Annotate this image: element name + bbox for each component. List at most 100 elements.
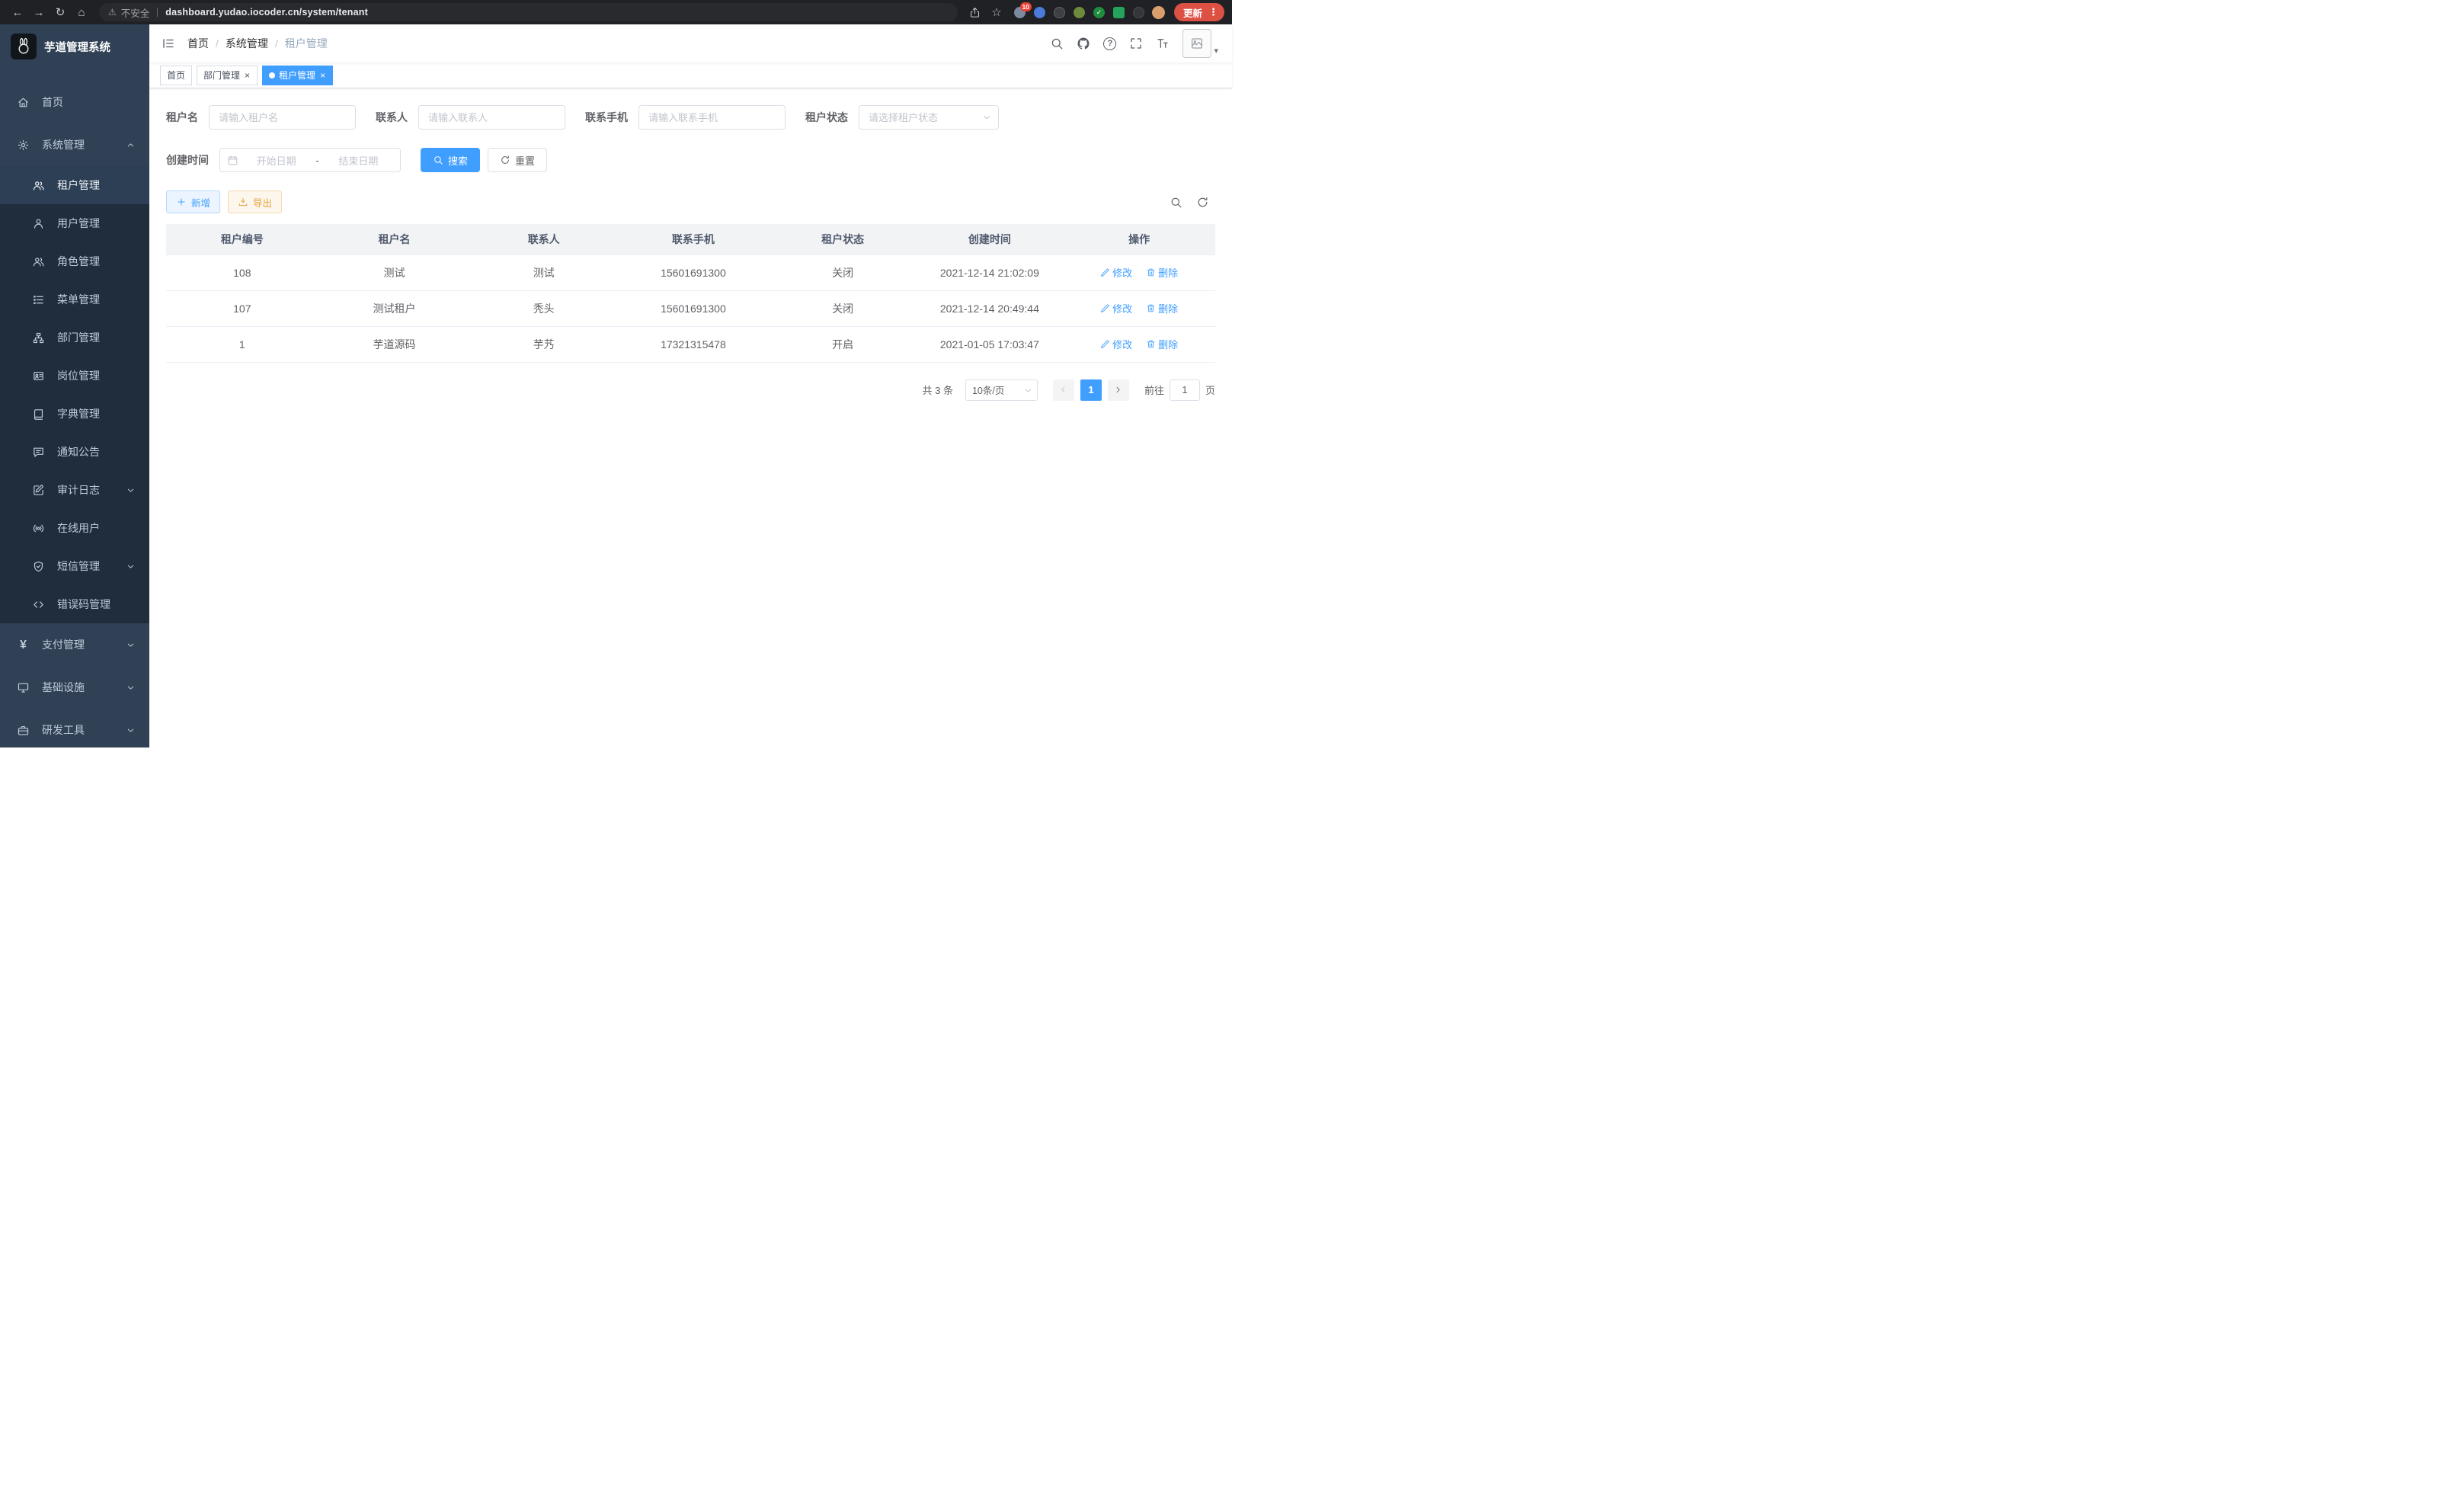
dict-book-icon <box>32 408 45 421</box>
tenant-name-input[interactable] <box>209 105 356 130</box>
extension-icon[interactable] <box>1054 7 1065 18</box>
sidebar: 芋道管理系统 首页 系统管理 租户管理 用户管理 <box>0 24 149 748</box>
search-button[interactable]: 搜索 <box>421 148 480 172</box>
table-row: 108 测试 测试 15601691300 关闭 2021-12-14 21:0… <box>166 255 1215 290</box>
contact-name-input[interactable] <box>418 105 565 130</box>
tenant-status-select[interactable] <box>859 105 999 130</box>
cell-actions: 修改 删除 <box>1063 255 1215 290</box>
breadcrumb-item[interactable]: 系统管理 <box>226 36 268 51</box>
extension-icon[interactable] <box>1133 7 1144 18</box>
share-icon[interactable] <box>965 2 985 22</box>
sidebar-item-label: 角色管理 <box>57 254 136 269</box>
back-icon[interactable]: ← <box>8 2 27 22</box>
tag-tenant-active[interactable]: 租户管理 × <box>262 66 333 85</box>
sidebar-item-depts[interactable]: 部门管理 <box>0 319 149 357</box>
top-navbar: 首页 / 系统管理 / 租户管理 ? ▾ <box>149 24 1232 62</box>
menu-kebab-icon[interactable]: ⋮ <box>1206 6 1221 18</box>
page-size-value[interactable] <box>965 379 1038 401</box>
extension-icon[interactable]: 10 <box>1014 7 1026 18</box>
header-search-icon[interactable] <box>1050 37 1064 50</box>
sidebar-item-label: 短信管理 <box>57 559 114 574</box>
column-header: 租户状态 <box>770 224 917 255</box>
fullscreen-icon[interactable] <box>1129 37 1143 50</box>
bookmark-star-icon[interactable]: ☆ <box>987 2 1006 22</box>
update-button[interactable]: 更新 ⋮ <box>1174 3 1224 21</box>
cell-tenant-name: 芋道源码 <box>318 326 471 362</box>
sidebar-item-label: 基础设施 <box>42 680 114 695</box>
delete-link[interactable]: 删除 <box>1146 337 1178 351</box>
sidebar-item-dict[interactable]: 字典管理 <box>0 395 149 433</box>
page-size-select[interactable] <box>965 379 1038 401</box>
reload-icon[interactable]: ↻ <box>50 2 70 22</box>
sidebar-item-home[interactable]: 首页 <box>0 81 149 123</box>
contact-mobile-input[interactable] <box>638 105 786 130</box>
sidebar-item-devtools[interactable]: 研发工具 <box>0 709 149 748</box>
tenant-status-select-input[interactable] <box>859 105 999 130</box>
delete-link[interactable]: 删除 <box>1146 301 1178 315</box>
browser-home-icon[interactable]: ⌂ <box>72 2 91 22</box>
cell-tenant-id: 1 <box>166 326 318 362</box>
sidebar-item-audit-log[interactable]: 审计日志 <box>0 471 149 509</box>
goto-page-input[interactable] <box>1170 379 1200 401</box>
user-avatar-menu[interactable]: ▾ <box>1182 29 1218 58</box>
page-number-button[interactable]: 1 <box>1080 379 1102 401</box>
edit-link[interactable]: 修改 <box>1100 301 1132 315</box>
export-button[interactable]: 导出 <box>228 190 282 213</box>
breadcrumb-item[interactable]: 首页 <box>187 36 209 51</box>
add-button[interactable]: 新增 <box>166 190 220 213</box>
tag-home[interactable]: 首页 <box>160 66 192 85</box>
date-range-separator: - <box>314 155 320 166</box>
delete-label: 删除 <box>1158 301 1178 315</box>
chevron-down-icon <box>126 683 136 693</box>
chevron-down-icon <box>126 485 136 495</box>
sidebar-item-online-users[interactable]: 在线用户 <box>0 509 149 547</box>
extension-icon[interactable]: ✓ <box>1093 7 1105 18</box>
github-icon[interactable] <box>1077 37 1090 50</box>
sidebar-collapse-icon[interactable] <box>149 24 187 62</box>
sidebar-item-tenant[interactable]: 租户管理 <box>0 166 149 204</box>
delete-link[interactable]: 删除 <box>1146 265 1178 280</box>
sidebar-item-label: 首页 <box>42 94 136 110</box>
refresh-table-icon[interactable] <box>1196 196 1209 209</box>
sidebar-item-label: 用户管理 <box>57 216 136 231</box>
edit-link[interactable]: 修改 <box>1100 265 1132 280</box>
tag-dept[interactable]: 部门管理 × <box>197 66 258 85</box>
sidebar-item-posts[interactable]: 岗位管理 <box>0 357 149 395</box>
search-icon <box>433 155 443 165</box>
next-page-button[interactable] <box>1108 379 1129 401</box>
tag-close-icon[interactable]: × <box>319 71 326 80</box>
extension-badge: 10 <box>1020 2 1032 12</box>
sidebar-item-sms[interactable]: 短信管理 <box>0 547 149 585</box>
app-logo[interactable]: 芋道管理系统 <box>0 24 149 69</box>
create-time-range-picker[interactable]: 开始日期 - 结束日期 <box>219 148 401 172</box>
help-icon[interactable]: ? <box>1103 37 1116 50</box>
sidebar-item-users[interactable]: 用户管理 <box>0 204 149 242</box>
sidebar-item-label: 菜单管理 <box>57 292 136 307</box>
chevron-down-icon <box>126 640 136 650</box>
sidebar-item-error-codes[interactable]: 错误码管理 <box>0 585 149 623</box>
breadcrumb: 首页 / 系统管理 / 租户管理 <box>187 36 328 51</box>
user-icon <box>32 217 45 230</box>
extension-icon[interactable] <box>1074 7 1085 18</box>
security-label: 不安全 <box>121 5 150 20</box>
url-text: dashboard.yudao.iocoder.cn/system/tenant <box>165 7 368 18</box>
profile-avatar[interactable] <box>1152 6 1165 19</box>
sidebar-item-roles[interactable]: 角色管理 <box>0 242 149 280</box>
reset-button[interactable]: 重置 <box>488 148 547 172</box>
address-bar[interactable]: ⚠ 不安全 dashboard.yudao.iocoder.cn/system/… <box>99 3 958 21</box>
toggle-search-icon[interactable] <box>1170 196 1182 209</box>
extension-icon[interactable] <box>1034 7 1045 18</box>
extension-icon[interactable] <box>1113 7 1125 18</box>
sidebar-item-infra[interactable]: 基础设施 <box>0 666 149 709</box>
font-size-icon[interactable] <box>1156 37 1170 50</box>
sidebar-item-notice[interactable]: 通知公告 <box>0 433 149 471</box>
tenant-icon <box>32 179 45 192</box>
forward-icon[interactable]: → <box>29 2 49 22</box>
sidebar-item-system[interactable]: 系统管理 <box>0 123 149 166</box>
tag-close-icon[interactable]: × <box>244 71 251 80</box>
sidebar-item-menus[interactable]: 菜单管理 <box>0 280 149 319</box>
calendar-icon <box>227 155 238 166</box>
prev-page-button[interactable] <box>1053 379 1074 401</box>
sidebar-item-payment[interactable]: ¥ 支付管理 <box>0 623 149 666</box>
edit-link[interactable]: 修改 <box>1100 337 1132 351</box>
